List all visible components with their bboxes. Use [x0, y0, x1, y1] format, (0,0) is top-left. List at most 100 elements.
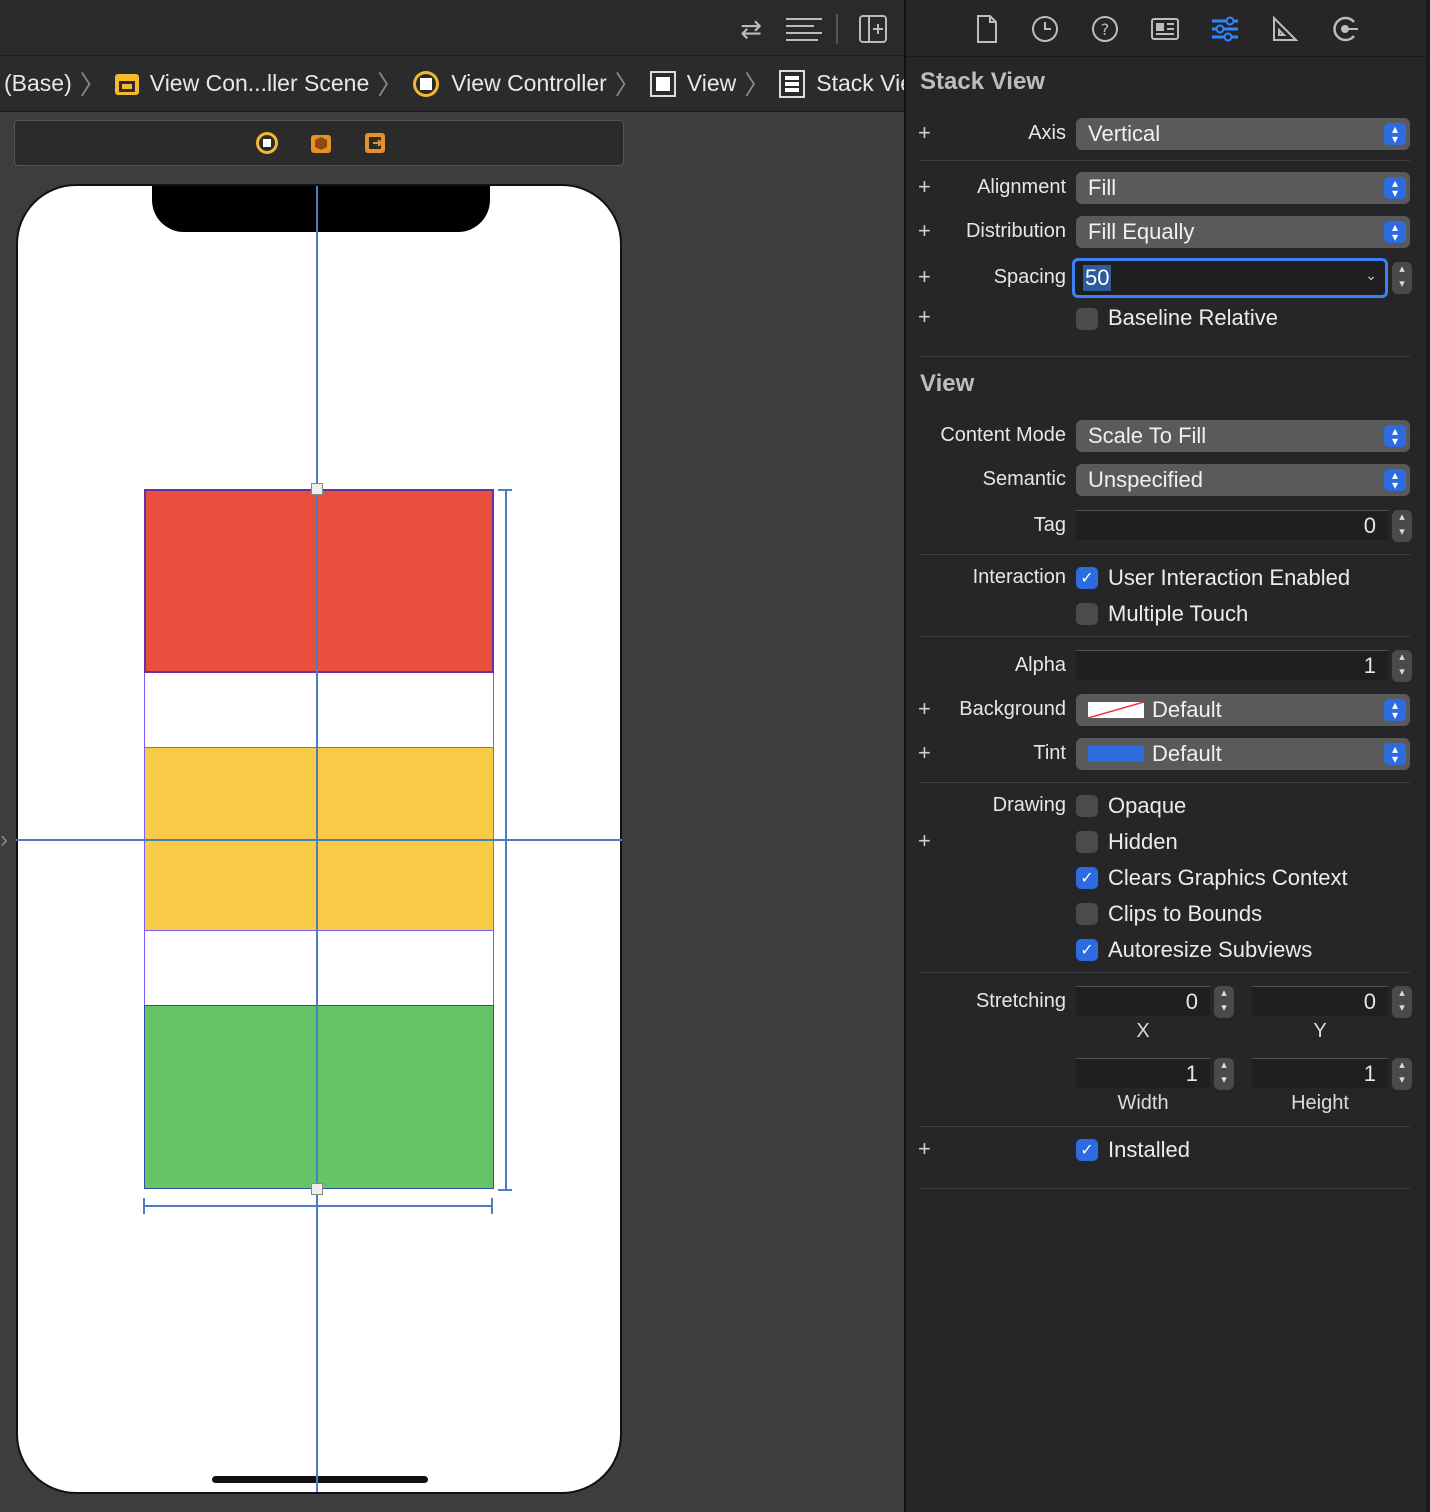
background-label: Background	[959, 698, 1066, 720]
view-controller-icon[interactable]	[255, 131, 279, 155]
file-inspector-icon[interactable]	[972, 14, 1002, 44]
stretch-y-field[interactable]: 0	[1252, 986, 1388, 1016]
first-responder-icon[interactable]	[309, 131, 333, 155]
canvas-area[interactable]: ⇄ (Base) 〉 View Con...ller Scene 〉 View …	[0, 0, 930, 1512]
clears-graphics-context-checkbox[interactable]: ✓	[1076, 867, 1098, 889]
red-arranged-view[interactable]	[144, 489, 494, 673]
height-sublabel: Height	[1291, 1092, 1349, 1114]
editor-toolbar: ⇄	[0, 0, 904, 56]
axis-value: Vertical	[1088, 121, 1161, 146]
popup-arrows-icon: ▴ ▾	[1384, 123, 1406, 145]
axis-label: Axis	[1028, 122, 1066, 144]
breadcrumb-label: View Controller	[451, 70, 607, 96]
resize-handle-bottom[interactable]	[311, 1183, 323, 1195]
plus-icon[interactable]: +	[918, 828, 931, 854]
alpha-label: Alpha	[1014, 654, 1066, 676]
spacing-stepper[interactable]: ▴ ▾	[1392, 262, 1412, 294]
plus-icon[interactable]: +	[918, 264, 931, 290]
installed-label: Installed	[1108, 1137, 1190, 1162]
hidden-label: Hidden	[1108, 829, 1178, 854]
add-editor-icon[interactable]	[858, 14, 888, 44]
attributes-inspector-icon[interactable]	[1210, 14, 1240, 44]
green-arranged-view[interactable]	[144, 1005, 494, 1189]
view-icon	[649, 70, 676, 97]
alpha-stepper[interactable]: ▴ ▾	[1392, 650, 1412, 682]
plus-icon[interactable]: +	[918, 740, 931, 766]
breadcrumb-label: View	[686, 70, 737, 96]
drawing-label: Drawing	[992, 794, 1066, 816]
breadcrumb-item-view-controller[interactable]: View Controller	[407, 69, 611, 99]
background-popup[interactable]: Default ▴ ▾	[1076, 694, 1410, 726]
alignment-popup[interactable]: Fill ▴ ▾	[1076, 172, 1410, 204]
divider	[920, 782, 1410, 783]
history-inspector-icon[interactable]	[1030, 14, 1060, 44]
inspector-tabs-divider	[906, 56, 1426, 57]
hidden-checkbox[interactable]	[1076, 831, 1098, 853]
opaque-checkbox[interactable]	[1076, 795, 1098, 817]
tag-field[interactable]: 0	[1076, 510, 1388, 540]
stretch-x-field[interactable]: 0	[1076, 986, 1210, 1016]
tint-popup[interactable]: Default ▴ ▾	[1076, 738, 1410, 770]
stretch-height-stepper[interactable]: ▴ ▾	[1392, 1058, 1412, 1090]
opaque-label: Opaque	[1108, 793, 1187, 818]
y-sublabel: Y	[1313, 1020, 1327, 1042]
plus-icon[interactable]: +	[918, 218, 931, 244]
toolbar-divider	[836, 14, 838, 44]
height-dimension-indicator	[498, 489, 512, 1191]
multiple-touch-checkbox[interactable]	[1076, 603, 1098, 625]
width-sublabel: Width	[1117, 1092, 1169, 1114]
scene-dock	[14, 120, 624, 166]
tag-stepper[interactable]: ▴ ▾	[1392, 510, 1412, 542]
plus-icon[interactable]: +	[918, 174, 931, 200]
baseline-relative-checkbox[interactable]	[1076, 308, 1098, 330]
semantic-popup[interactable]: Unspecified ▴ ▾	[1076, 464, 1410, 496]
chevron-right-icon: 〉	[79, 70, 106, 100]
user-interaction-label: User Interaction Enabled	[1108, 565, 1351, 590]
stretch-y-stepper[interactable]: ▴ ▾	[1392, 986, 1412, 1018]
lines-icon[interactable]	[784, 16, 824, 42]
divider	[920, 972, 1410, 973]
swap-arrows-icon[interactable]: ⇄	[736, 14, 766, 44]
background-value: Default	[1152, 697, 1222, 722]
connections-inspector-icon[interactable]	[1330, 14, 1360, 44]
popup-arrows-icon: ▴ ▾	[1384, 177, 1406, 199]
popup-arrows-icon: ▴ ▾	[1384, 221, 1406, 243]
spacing-input[interactable]: 50	[1083, 265, 1112, 291]
resize-handle-top[interactable]	[311, 483, 323, 495]
size-inspector-icon[interactable]	[1270, 14, 1300, 44]
home-indicator	[212, 1476, 428, 1483]
content-mode-popup[interactable]: Scale To Fill ▴ ▾	[1076, 420, 1410, 452]
stretch-height-field[interactable]: 1	[1252, 1058, 1388, 1088]
distribution-popup[interactable]: Fill Equally ▴ ▾	[1076, 216, 1410, 248]
stretch-width-field[interactable]: 1	[1076, 1058, 1210, 1088]
popup-arrows-icon: ▴ ▾	[1384, 469, 1406, 491]
stretch-width-stepper[interactable]: ▴ ▾	[1214, 1058, 1234, 1090]
spacing-combo-field[interactable]: 50 ⌄	[1072, 258, 1388, 298]
autoresize-subviews-checkbox[interactable]: ✓	[1076, 939, 1098, 961]
semantic-value: Unspecified	[1088, 467, 1203, 492]
breadcrumb: (Base) 〉 View Con...ller Scene 〉 View Co…	[0, 56, 930, 112]
stretch-x-stepper[interactable]: ▴ ▾	[1214, 986, 1234, 1018]
chevron-down-icon[interactable]: ⌄	[1365, 267, 1377, 284]
breadcrumb-item-scene[interactable]: View Con...ller Scene	[110, 70, 373, 97]
breadcrumb-label: View Con...ller Scene	[149, 70, 370, 96]
alignment-label: Alignment	[977, 176, 1066, 198]
alpha-field[interactable]: 1	[1076, 650, 1388, 680]
exit-icon[interactable]	[363, 131, 387, 155]
axis-popup[interactable]: Vertical ▴ ▾	[1076, 118, 1410, 150]
clips-to-bounds-checkbox[interactable]	[1076, 903, 1098, 925]
plus-icon[interactable]: +	[918, 696, 931, 722]
identity-inspector-icon[interactable]	[1150, 14, 1180, 44]
breadcrumb-item-view[interactable]: View	[645, 70, 740, 98]
plus-icon[interactable]: +	[918, 304, 931, 330]
breadcrumb-item-base[interactable]: (Base)	[0, 70, 76, 97]
installed-checkbox[interactable]: ✓	[1076, 1139, 1098, 1161]
chevron-right-icon: 〉	[744, 70, 771, 100]
help-inspector-icon[interactable]: ?	[1090, 14, 1120, 44]
plus-icon[interactable]: +	[918, 1136, 931, 1162]
view-section-title: View	[920, 370, 975, 397]
user-interaction-checkbox[interactable]: ✓	[1076, 567, 1098, 589]
plus-icon[interactable]: +	[918, 120, 931, 146]
chevron-right-icon: 〉	[614, 70, 641, 100]
content-mode-value: Scale To Fill	[1088, 423, 1207, 448]
